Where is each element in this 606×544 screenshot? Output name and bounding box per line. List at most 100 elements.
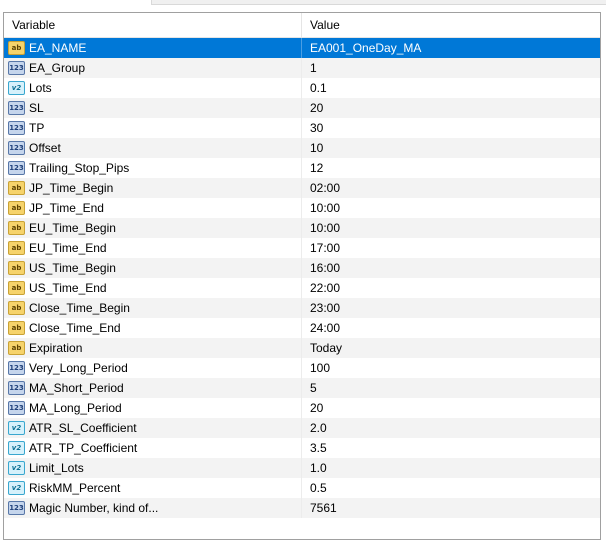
variable-cell[interactable]: ab JP_Time_Begin xyxy=(4,178,302,198)
variable-cell[interactable]: 123 Very_Long_Period xyxy=(4,358,302,378)
variable-cell[interactable]: 123 MA_Short_Period xyxy=(4,378,302,398)
integer-type-icon: 123 xyxy=(8,361,25,375)
value-cell[interactable]: 5 xyxy=(302,378,600,398)
value-cell[interactable]: 02:00 xyxy=(302,178,600,198)
variable-name: Limit_Lots xyxy=(29,461,84,475)
variable-name: SL xyxy=(29,101,44,115)
table-row[interactable]: 123 MA_Long_Period 20 xyxy=(4,398,600,418)
double-type-icon: v2 xyxy=(8,81,25,95)
table-row[interactable]: ab Close_Time_End 24:00 xyxy=(4,318,600,338)
string-type-icon: ab xyxy=(8,321,25,335)
variable-cell[interactable]: 123 Trailing_Stop_Pips xyxy=(4,158,302,178)
table-row[interactable]: 123 EA_Group 1 xyxy=(4,58,600,78)
integer-type-icon: 123 xyxy=(8,121,25,135)
variable-cell[interactable]: 123 MA_Long_Period xyxy=(4,398,302,418)
value-cell[interactable]: 3.5 xyxy=(302,438,600,458)
variable-cell[interactable]: ab EU_Time_Begin xyxy=(4,218,302,238)
value-cell[interactable]: Today xyxy=(302,338,600,358)
table-row[interactable]: ab US_Time_End 22:00 xyxy=(4,278,600,298)
string-type-icon: ab xyxy=(8,201,25,215)
variable-column-header[interactable]: Variable xyxy=(4,13,302,38)
value-cell[interactable]: 100 xyxy=(302,358,600,378)
variable-cell[interactable]: v2 Limit_Lots xyxy=(4,458,302,478)
table-row[interactable]: 123 TP 30 xyxy=(4,118,600,138)
table-row[interactable]: ab EU_Time_Begin 10:00 xyxy=(4,218,600,238)
variable-name: Expiration xyxy=(29,341,83,355)
integer-type-icon: 123 xyxy=(8,381,25,395)
table-row[interactable]: 123 MA_Short_Period 5 xyxy=(4,378,600,398)
integer-type-icon: 123 xyxy=(8,101,25,115)
table-row[interactable]: ab EA_NAME EA001_OneDay_MA xyxy=(4,38,600,58)
variable-cell[interactable]: 123 Offset xyxy=(4,138,302,158)
value-cell[interactable]: 22:00 xyxy=(302,278,600,298)
variable-cell[interactable]: ab Expiration xyxy=(4,338,302,358)
string-type-icon: ab xyxy=(8,341,25,355)
table-row[interactable]: 123 Magic Number, kind of... 7561 xyxy=(4,498,600,518)
active-tab[interactable] xyxy=(0,0,152,5)
table-row[interactable]: 123 Very_Long_Period 100 xyxy=(4,358,600,378)
variable-cell[interactable]: 123 SL xyxy=(4,98,302,118)
variable-cell[interactable]: ab EA_NAME xyxy=(4,38,302,58)
value-cell[interactable]: 24:00 xyxy=(302,318,600,338)
string-type-icon: ab xyxy=(8,181,25,195)
variable-name: Offset xyxy=(29,141,61,155)
value-cell[interactable]: EA001_OneDay_MA xyxy=(302,38,600,58)
value-cell[interactable]: 10 xyxy=(302,138,600,158)
value-cell[interactable]: 16:00 xyxy=(302,258,600,278)
value-cell[interactable]: 10:00 xyxy=(302,218,600,238)
value-cell[interactable]: 1.0 xyxy=(302,458,600,478)
table-row[interactable]: v2 Limit_Lots 1.0 xyxy=(4,458,600,478)
value-cell[interactable]: 10:00 xyxy=(302,198,600,218)
variable-cell[interactable]: ab US_Time_End xyxy=(4,278,302,298)
variable-name: US_Time_Begin xyxy=(29,261,116,275)
table-row[interactable]: 123 Trailing_Stop_Pips 12 xyxy=(4,158,600,178)
variable-cell[interactable]: 123 Magic Number, kind of... xyxy=(4,498,302,518)
variable-cell[interactable]: 123 TP xyxy=(4,118,302,138)
variable-cell[interactable]: ab EU_Time_End xyxy=(4,238,302,258)
variable-cell[interactable]: v2 Lots xyxy=(4,78,302,98)
value-cell[interactable]: 17:00 xyxy=(302,238,600,258)
inputs-grid: Variable Value ab EA_NAME EA001_OneDay_MA 1… xyxy=(3,12,601,540)
value-cell[interactable]: 20 xyxy=(302,398,600,418)
variable-cell[interactable]: 123 EA_Group xyxy=(4,58,302,78)
variable-cell[interactable]: ab JP_Time_End xyxy=(4,198,302,218)
value-cell[interactable]: 0.1 xyxy=(302,78,600,98)
double-type-icon: v2 xyxy=(8,421,25,435)
value-column-header[interactable]: Value xyxy=(302,13,600,38)
value-cell[interactable]: 23:00 xyxy=(302,298,600,318)
variable-cell[interactable]: ab Close_Time_End xyxy=(4,318,302,338)
table-row[interactable]: v2 Lots 0.1 xyxy=(4,78,600,98)
value-cell[interactable]: 12 xyxy=(302,158,600,178)
variable-cell[interactable]: v2 ATR_SL_Coefficient xyxy=(4,418,302,438)
variable-name: Lots xyxy=(29,81,52,95)
table-row[interactable]: 123 Offset 10 xyxy=(4,138,600,158)
variable-name: EU_Time_Begin xyxy=(29,221,116,235)
value-cell[interactable]: 0.5 xyxy=(302,478,600,498)
table-row[interactable]: ab US_Time_Begin 16:00 xyxy=(4,258,600,278)
table-row[interactable]: v2 ATR_TP_Coefficient 3.5 xyxy=(4,438,600,458)
string-type-icon: ab xyxy=(8,301,25,315)
variable-cell[interactable]: v2 ATR_TP_Coefficient xyxy=(4,438,302,458)
value-cell[interactable]: 1 xyxy=(302,58,600,78)
variable-name: Very_Long_Period xyxy=(29,361,128,375)
table-row[interactable]: ab JP_Time_Begin 02:00 xyxy=(4,178,600,198)
grid-header: Variable Value xyxy=(4,13,600,38)
variable-cell[interactable]: ab Close_Time_Begin xyxy=(4,298,302,318)
value-cell[interactable]: 7561 xyxy=(302,498,600,518)
table-row[interactable]: ab EU_Time_End 17:00 xyxy=(4,238,600,258)
integer-type-icon: 123 xyxy=(8,161,25,175)
value-cell[interactable]: 20 xyxy=(302,98,600,118)
table-row[interactable]: ab Close_Time_Begin 23:00 xyxy=(4,298,600,318)
string-type-icon: ab xyxy=(8,221,25,235)
variable-name: Close_Time_End xyxy=(29,321,121,335)
table-row[interactable]: 123 SL 20 xyxy=(4,98,600,118)
value-cell[interactable]: 30 xyxy=(302,118,600,138)
table-row[interactable]: ab Expiration Today xyxy=(4,338,600,358)
table-row[interactable]: v2 ATR_SL_Coefficient 2.0 xyxy=(4,418,600,438)
table-row[interactable]: ab JP_Time_End 10:00 xyxy=(4,198,600,218)
table-row[interactable]: v2 RiskMM_Percent 0.5 xyxy=(4,478,600,498)
value-cell[interactable]: 2.0 xyxy=(302,418,600,438)
variable-name: MA_Long_Period xyxy=(29,401,122,415)
variable-cell[interactable]: v2 RiskMM_Percent xyxy=(4,478,302,498)
variable-cell[interactable]: ab US_Time_Begin xyxy=(4,258,302,278)
